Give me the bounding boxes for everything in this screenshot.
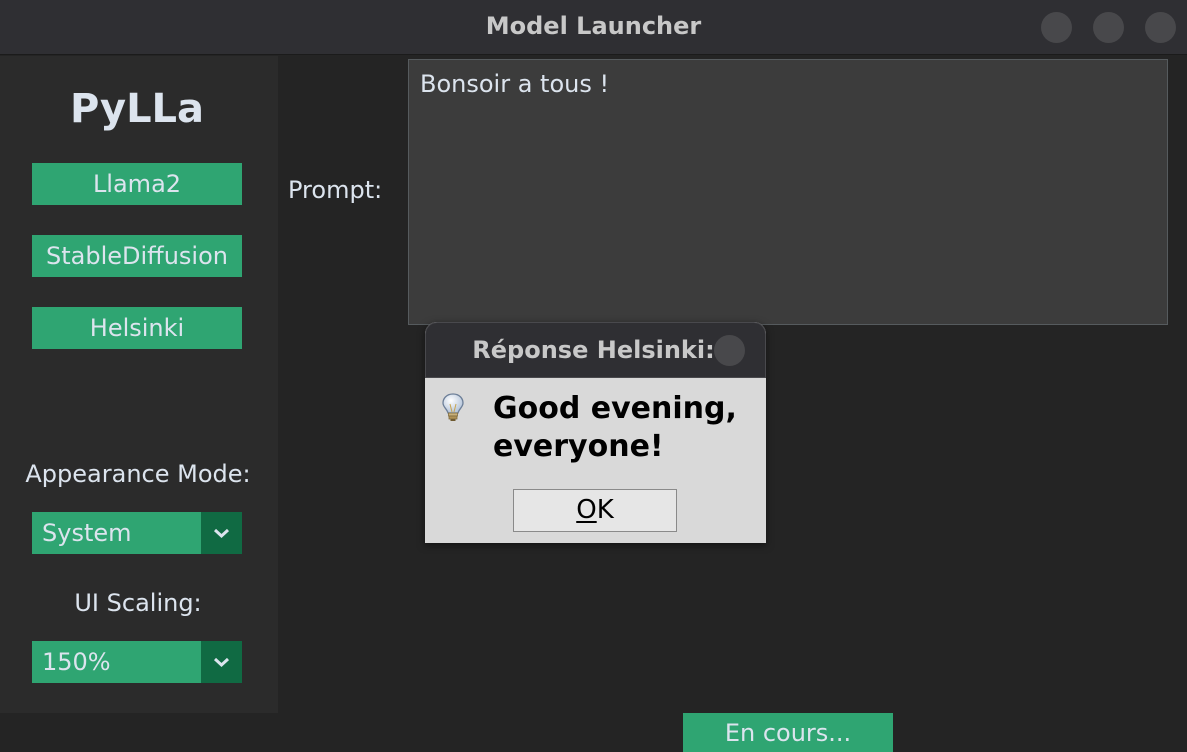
app-window: Model Launcher PyLLa Llama2 StableDiffus… [0,0,1187,752]
prompt-label: Prompt: [288,176,383,204]
stablediffusion-button[interactable]: StableDiffusion [32,235,242,277]
appearance-mode-select[interactable]: System [32,512,242,554]
minimize-button[interactable] [1041,12,1072,43]
sidebar: PyLLa Llama2 StableDiffusion Helsinki Ap… [0,56,278,713]
ui-scaling-value: 150% [42,648,111,676]
ok-button[interactable]: OK [513,489,677,532]
dialog-title-bar[interactable]: Réponse Helsinki: [425,322,766,378]
prompt-text: Bonsoir a tous ! [420,70,610,98]
helsinki-button[interactable]: Helsinki [32,307,242,349]
appearance-mode-label: Appearance Mode: [25,460,251,488]
llama2-button[interactable]: Llama2 [32,163,242,205]
status-button[interactable]: En cours... [683,713,893,752]
appearance-mode-value: System [42,519,132,547]
dialog-message: Good evening, everyone! [493,391,737,464]
response-dialog: Réponse Helsinki: Good evening, everyone… [425,322,766,543]
lightbulb-icon [439,392,467,428]
title-bar[interactable]: Model Launcher [0,0,1187,55]
ui-scaling-label: UI Scaling: [74,589,202,617]
dialog-close-button[interactable] [714,335,745,366]
chevron-down-icon [213,657,230,668]
ui-scaling-select[interactable]: 150% [32,641,242,683]
close-button[interactable] [1145,12,1176,43]
dialog-title: Réponse Helsinki: [472,336,715,364]
window-title: Model Launcher [485,12,702,40]
prompt-textbox[interactable]: Bonsoir a tous ! [408,59,1168,325]
ok-button-label: OK [576,495,614,525]
app-logo: PyLLa [69,86,205,132]
chevron-down-icon [213,528,230,539]
appearance-dropdown-arrow[interactable] [201,512,242,554]
scaling-dropdown-arrow[interactable] [201,641,242,683]
maximize-button[interactable] [1093,12,1124,43]
